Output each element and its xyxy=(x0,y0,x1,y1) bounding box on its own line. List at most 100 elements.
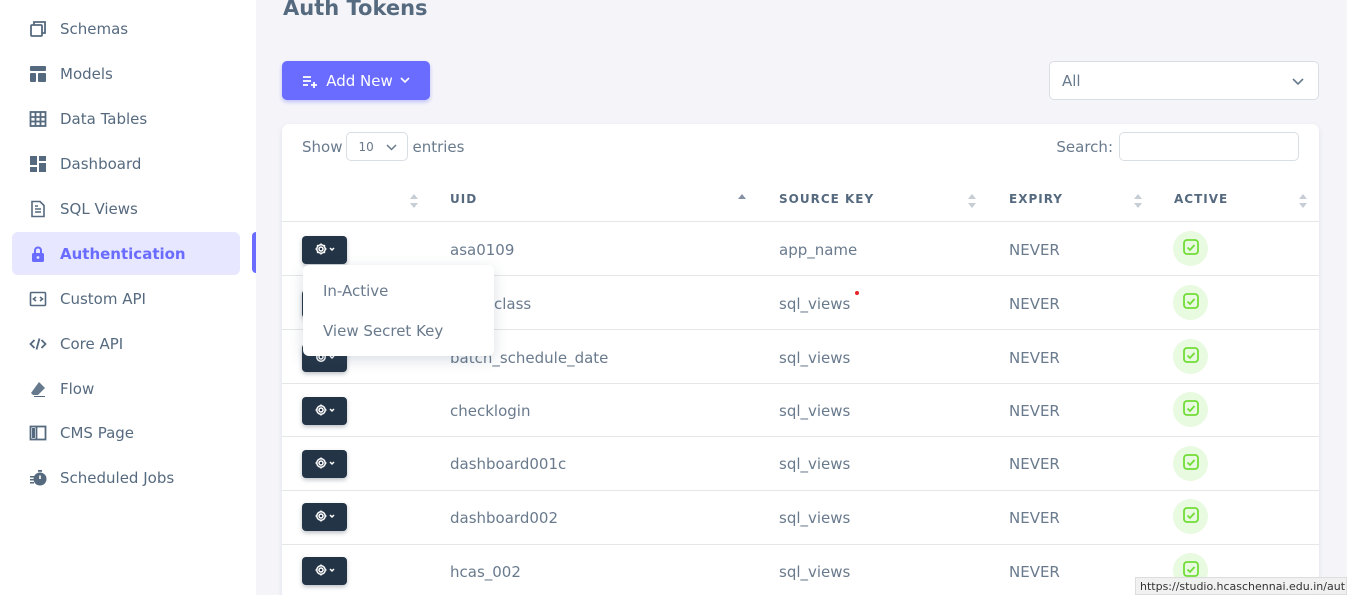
source-key-cell: sql_views xyxy=(779,455,851,473)
active-status-toggle[interactable] xyxy=(1173,392,1208,427)
expiry-cell: NEVER xyxy=(1009,295,1060,313)
sidebar-item-label: Flow xyxy=(60,379,95,398)
page-title: Auth Tokens xyxy=(283,0,428,20)
page-length-select[interactable]: 10 xyxy=(346,132,409,161)
sidebar-item-label: Data Tables xyxy=(60,109,148,128)
row-actions-button[interactable] xyxy=(302,557,347,585)
row-actions-button[interactable] xyxy=(302,397,347,425)
active-status-toggle[interactable] xyxy=(1173,285,1208,320)
uid-cell: asa0109 xyxy=(450,241,515,259)
sort-ascending-icon[interactable] xyxy=(738,194,746,208)
menu-item-in-active[interactable]: In-Active xyxy=(303,271,494,311)
active-status-toggle[interactable] xyxy=(1173,499,1208,534)
row-actions-button[interactable] xyxy=(302,450,347,478)
table-row: dashboard002 sql_views NEVER xyxy=(282,490,1319,544)
row-actions-dropdown: In-Active View Secret Key xyxy=(303,265,494,356)
sidebar-item-label: Authentication xyxy=(60,244,186,263)
active-status-toggle[interactable] xyxy=(1173,339,1208,374)
sort-icon[interactable] xyxy=(1134,194,1142,208)
row-actions-button[interactable] xyxy=(302,503,347,531)
sidebar-item-custom-api[interactable]: Custom API xyxy=(12,277,240,320)
chevron-down-icon xyxy=(386,140,398,154)
source-key-cell: sql_views xyxy=(779,402,851,420)
sidebar-item-schemas[interactable]: Schemas xyxy=(12,7,240,50)
sort-icon[interactable] xyxy=(1299,194,1307,208)
expiry-cell: NEVER xyxy=(1009,509,1060,527)
sidebar-item-core-api[interactable]: Core API xyxy=(12,322,240,365)
check-square-icon xyxy=(1182,238,1200,260)
sidebar: Schemas Models Data Tables Dashboard SQL… xyxy=(0,0,256,595)
chevron-down-icon xyxy=(400,77,410,84)
table-row: checklogin sql_views NEVER xyxy=(282,383,1319,436)
gear-icon xyxy=(314,562,336,581)
uid-cell: class xyxy=(494,295,532,313)
file-icon xyxy=(29,200,47,218)
gear-icon xyxy=(314,402,336,421)
uid-cell: hcas_002 xyxy=(450,563,521,581)
page-length-value: 10 xyxy=(358,139,374,154)
gear-icon xyxy=(314,241,336,260)
table-icon xyxy=(29,110,47,128)
status-bar-url: https://studio.hcaschennai.edu.in/auth xyxy=(1135,577,1347,595)
filter-value: All xyxy=(1062,71,1081,90)
sidebar-item-label: SQL Views xyxy=(60,199,138,218)
source-key-cell: sql_views xyxy=(779,295,851,313)
eraser-icon xyxy=(29,380,47,398)
layout-icon xyxy=(29,65,47,83)
gear-icon xyxy=(314,508,336,527)
sidebar-item-flow[interactable]: Flow xyxy=(12,367,240,410)
sidebar-item-data-tables[interactable]: Data Tables xyxy=(12,97,240,140)
sidebar-item-label: Custom API xyxy=(60,289,146,308)
uid-cell: dashboard001c xyxy=(450,455,567,473)
check-square-icon xyxy=(1182,453,1200,475)
code-box-icon xyxy=(29,290,47,308)
add-new-button[interactable]: Add New xyxy=(282,61,430,100)
column-header-active[interactable]: ACTIVE xyxy=(1174,192,1228,206)
menu-item-view-secret-key[interactable]: View Secret Key xyxy=(303,311,494,351)
uid-cell: dashboard002 xyxy=(450,509,558,527)
copy-icon xyxy=(29,20,47,38)
expiry-cell: NEVER xyxy=(1009,563,1060,581)
sidebar-item-dashboard[interactable]: Dashboard xyxy=(12,142,240,185)
sidebar-item-scheduled-jobs[interactable]: Scheduled Jobs xyxy=(12,456,240,499)
column-header-source-key[interactable]: SOURCE KEY xyxy=(779,192,874,206)
sort-icon[interactable] xyxy=(968,194,976,208)
row-actions-button[interactable] xyxy=(302,236,347,264)
column-header-uid[interactable]: UID xyxy=(450,192,477,206)
search-control: Search: xyxy=(1056,132,1299,161)
show-label: Show xyxy=(302,137,343,156)
book-icon xyxy=(29,424,47,442)
code-icon xyxy=(29,335,47,353)
search-label: Search: xyxy=(1056,137,1113,156)
active-status-toggle[interactable] xyxy=(1173,231,1208,266)
sidebar-item-label: Scheduled Jobs xyxy=(60,468,175,487)
column-header-expiry[interactable]: EXPIRY xyxy=(1009,192,1063,206)
uid-cell: checklogin xyxy=(450,402,531,420)
sidebar-item-models[interactable]: Models xyxy=(12,52,240,95)
page-length-control: Show 10 entries xyxy=(302,132,464,161)
sidebar-item-label: Core API xyxy=(60,334,124,353)
table-row: dashboard001c sql_views NEVER xyxy=(282,436,1319,490)
active-menu-indicator xyxy=(252,232,256,273)
dashboard-icon xyxy=(29,155,47,173)
search-input[interactable] xyxy=(1119,132,1299,161)
timer-icon xyxy=(29,469,47,487)
lock-icon xyxy=(29,245,47,263)
add-new-label: Add New xyxy=(326,71,393,90)
sidebar-item-sql-views[interactable]: SQL Views xyxy=(12,187,240,230)
active-status-toggle[interactable] xyxy=(1173,446,1208,481)
status-filter-select[interactable]: All xyxy=(1049,61,1319,100)
source-key-cell: sql_views xyxy=(779,509,851,527)
chevron-down-icon xyxy=(1292,72,1304,90)
sidebar-item-label: Schemas xyxy=(60,19,129,38)
sort-icon[interactable] xyxy=(410,194,418,208)
expiry-cell: NEVER xyxy=(1009,402,1060,420)
check-square-icon xyxy=(1182,399,1200,421)
source-key-cell: sql_views xyxy=(779,349,851,367)
sidebar-item-cms-page[interactable]: CMS Page xyxy=(12,411,240,454)
entries-label: entries xyxy=(412,137,465,156)
sidebar-item-authentication[interactable]: Authentication xyxy=(12,232,240,275)
check-square-icon xyxy=(1182,346,1200,368)
check-square-icon xyxy=(1182,506,1200,528)
source-key-cell: app_name xyxy=(779,241,858,259)
